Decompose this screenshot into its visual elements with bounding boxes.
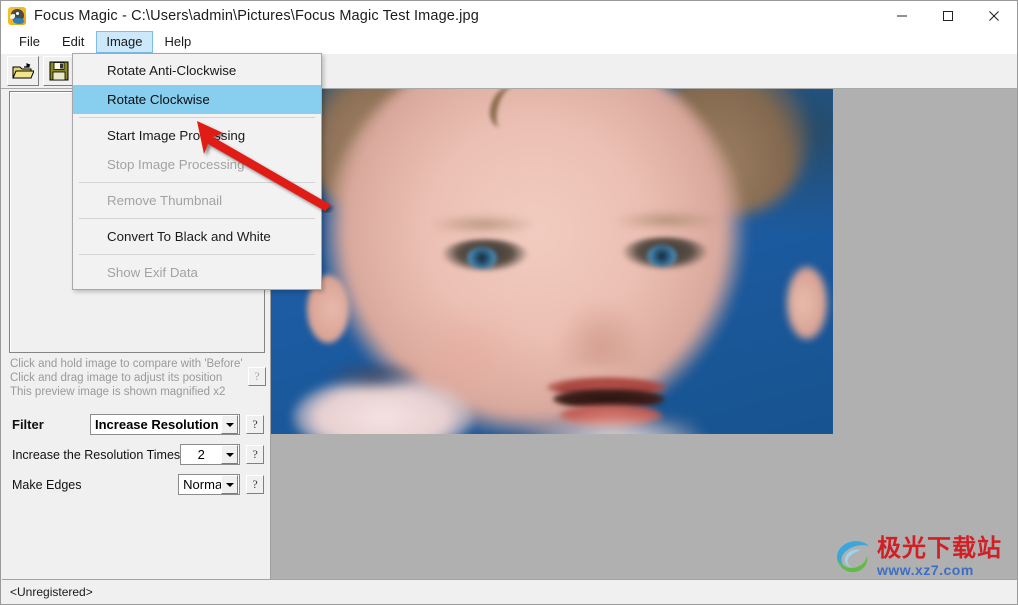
maximize-icon [943, 11, 953, 21]
resolution-times-label: Increase the Resolution Times [12, 447, 181, 462]
menu-option-start-image-processing[interactable]: Start Image Processing [73, 121, 321, 150]
chevron-down-icon[interactable] [221, 475, 239, 494]
hint-help-button[interactable]: ? [248, 367, 266, 386]
menu-option-convert-to-black-and-white[interactable]: Convert To Black and White [73, 222, 321, 251]
hint-line-1: Click and hold image to compare with 'Be… [10, 358, 243, 370]
chevron-down-icon[interactable] [221, 415, 238, 434]
hint-line-3: This preview image is shown magnified x2 [10, 386, 226, 398]
filter-value: Increase Resolution [95, 417, 219, 432]
make-edges-label: Make Edges [12, 477, 82, 492]
floppy-save-icon [49, 61, 69, 81]
menu-option-rotate-clockwise[interactable]: Rotate Clockwise [73, 85, 321, 114]
menu-option-remove-thumbnail: Remove Thumbnail [107, 193, 223, 208]
resolution-times-select[interactable]: 2 [180, 444, 241, 465]
menu-item-edit[interactable]: Edit [52, 31, 94, 53]
preview-hints: Click and hold image to compare with 'Be… [10, 357, 245, 399]
menu-option-rotate-anti-clockwise[interactable]: Rotate Anti-Clockwise [73, 56, 321, 85]
filter-help-button[interactable]: ? [246, 415, 264, 434]
window-title: Focus Magic - C:\Users\admin\Pictures\Fo… [34, 8, 479, 24]
status-bar: <Unregistered> [2, 579, 1017, 603]
close-icon [989, 11, 999, 21]
menu-separator-3 [79, 218, 315, 219]
chevron-down-icon[interactable] [221, 445, 239, 464]
minimize-button[interactable] [879, 1, 925, 31]
save-file-button[interactable] [43, 56, 75, 86]
resolution-times-value: 2 [197, 447, 205, 462]
filter-row: Filter Increase Resolution ? [12, 414, 264, 435]
close-button[interactable] [971, 1, 1017, 31]
resolution-times-row: Increase the Resolution Times 2 ? [12, 444, 264, 465]
make-edges-value: Normal [183, 477, 222, 492]
focus-magic-window: Focus Magic - C:\Users\admin\Pictures\Fo… [0, 0, 1018, 605]
window-controls [879, 1, 1017, 31]
menu-separator-2 [79, 182, 315, 183]
menu-item-image[interactable]: Image [96, 30, 153, 53]
resolution-times-help-button[interactable]: ? [246, 445, 264, 464]
make-edges-help-button[interactable]: ? [246, 475, 264, 494]
menu-separator-1 [79, 117, 315, 118]
parrot-logo-icon [8, 7, 26, 25]
menu-bar: File Edit Image Help [1, 30, 1017, 53]
hint-line-2: Click and drag image to adjust its posit… [10, 372, 223, 384]
maximize-button[interactable] [925, 1, 971, 31]
make-edges-row: Make Edges Normal ? [12, 474, 264, 495]
loaded-image[interactable] [271, 89, 833, 434]
menu-separator-4 [79, 254, 315, 255]
menu-option-stop-image-processing: Stop Image Processing [107, 157, 245, 172]
menu-item-help[interactable]: Help [155, 31, 202, 53]
open-file-button[interactable] [7, 56, 39, 86]
minimize-icon [897, 15, 907, 17]
image-canvas-area[interactable] [271, 89, 1017, 579]
open-folder-icon [12, 62, 34, 78]
make-edges-select[interactable]: Normal [178, 474, 241, 495]
title-bar: Focus Magic - C:\Users\admin\Pictures\Fo… [1, 1, 1017, 31]
menu-option-show-exif-data: Show Exif Data [107, 265, 198, 280]
menu-item-file[interactable]: File [9, 31, 50, 53]
image-menu-dropdown: Rotate Anti-Clockwise Rotate Clockwise S… [72, 53, 322, 290]
filter-select[interactable]: Increase Resolution [90, 414, 240, 435]
registration-status: <Unregistered> [10, 584, 93, 599]
filter-label: Filter [12, 417, 44, 432]
